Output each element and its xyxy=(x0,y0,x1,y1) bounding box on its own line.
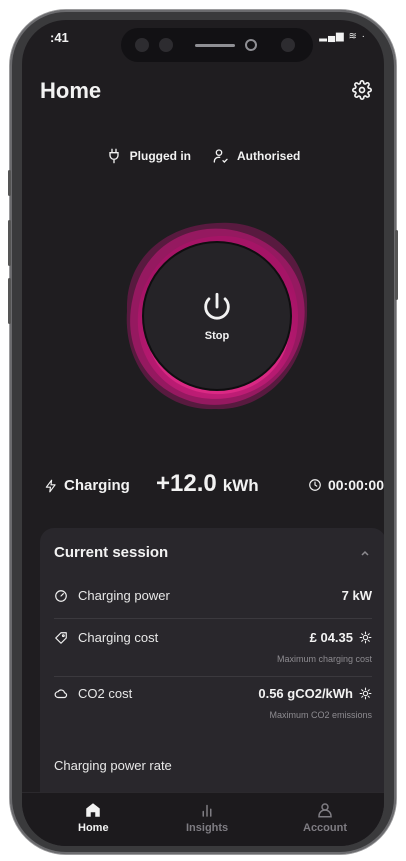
tab-label: Home xyxy=(78,822,109,834)
side-button xyxy=(8,170,11,196)
side-button xyxy=(395,230,398,300)
divider xyxy=(54,618,372,619)
co2-cost-sublabel: Maximum CO2 emissions xyxy=(269,710,372,720)
phone-screen: :41 ▂▄▆ ≋ · Home Plugged in Authorised S… xyxy=(22,20,384,846)
plug-icon xyxy=(108,148,119,164)
island-dot xyxy=(159,38,173,52)
island-dot xyxy=(281,38,295,52)
cloud-icon xyxy=(54,688,68,698)
energy-value: +12.0 xyxy=(156,470,217,497)
plugged-label: Plugged in xyxy=(129,149,191,163)
charging-state-label: Charging xyxy=(64,477,130,494)
tab-account[interactable]: Account xyxy=(303,801,347,834)
co2-cost-value: 0.56 gCO2/kWh xyxy=(258,686,353,701)
divider xyxy=(54,676,372,677)
charging-cost-sublabel: Maximum charging cost xyxy=(276,654,372,664)
tab-label: Insights xyxy=(186,822,229,834)
chevron-up-icon[interactable] xyxy=(360,548,370,558)
row-label: CO2 cost xyxy=(54,686,132,701)
charging-stats: Charging +12.0 kWh 00:00:00 xyxy=(44,470,384,502)
plugged-status: Plugged in xyxy=(106,148,191,164)
stop-charging-button[interactable]: Stop xyxy=(142,241,292,391)
row-label: Charging cost xyxy=(54,630,158,645)
energy-delivered: +12.0 kWh xyxy=(156,470,259,498)
charging-cost-value-group: £ 04.35 xyxy=(310,630,372,645)
sun-icon[interactable] xyxy=(359,687,372,700)
gauge-icon xyxy=(55,589,67,602)
tab-home[interactable]: Home xyxy=(78,801,109,834)
clock-icon xyxy=(309,479,321,491)
home-icon xyxy=(86,803,101,817)
power-icon xyxy=(204,292,230,320)
energy-unit: kWh xyxy=(222,476,259,495)
row-label-text: Charging cost xyxy=(78,630,159,645)
co2-cost-value-group: 0.56 gCO2/kWh xyxy=(258,686,372,701)
timer-value: 00:00:00 xyxy=(327,477,384,493)
island-bar xyxy=(195,44,235,47)
user-icon xyxy=(318,803,332,818)
card-title: Current session xyxy=(54,544,169,561)
authorised-status: Authorised xyxy=(213,148,300,164)
tab-label: Account xyxy=(303,822,347,834)
island-dot xyxy=(135,38,149,52)
charging-power-rate-label: Charging power rate xyxy=(54,758,172,773)
status-time: :41 xyxy=(50,30,69,45)
sun-icon[interactable] xyxy=(359,631,372,644)
gear-icon[interactable] xyxy=(352,80,372,100)
camera-island xyxy=(121,28,313,62)
charging-power-value: 7 kW xyxy=(341,588,372,603)
row-label-text: CO2 cost xyxy=(78,686,133,701)
side-button xyxy=(8,220,11,266)
authorised-label: Authorised xyxy=(237,149,301,163)
lightning-icon xyxy=(45,479,56,492)
charging-state: Charging xyxy=(44,477,130,494)
island-ring xyxy=(245,39,257,51)
side-button xyxy=(8,278,11,324)
tag-icon xyxy=(55,631,67,644)
tab-insights[interactable]: Insights xyxy=(186,801,228,834)
tab-bar: Home Insights Account xyxy=(22,792,384,846)
connection-status: Plugged in Authorised xyxy=(22,148,384,164)
user-check-icon xyxy=(213,149,228,163)
row-label: Charging power xyxy=(54,588,170,603)
page-title: Home xyxy=(40,78,102,103)
charging-cost-value: £ 04.35 xyxy=(309,630,353,645)
stop-label: Stop xyxy=(204,330,230,342)
status-icons: ▂▄▆ ≋ · xyxy=(319,31,366,42)
row-label-text: Charging power xyxy=(78,588,170,603)
session-timer: 00:00:00 xyxy=(308,477,384,493)
bar-chart-icon xyxy=(202,804,212,817)
